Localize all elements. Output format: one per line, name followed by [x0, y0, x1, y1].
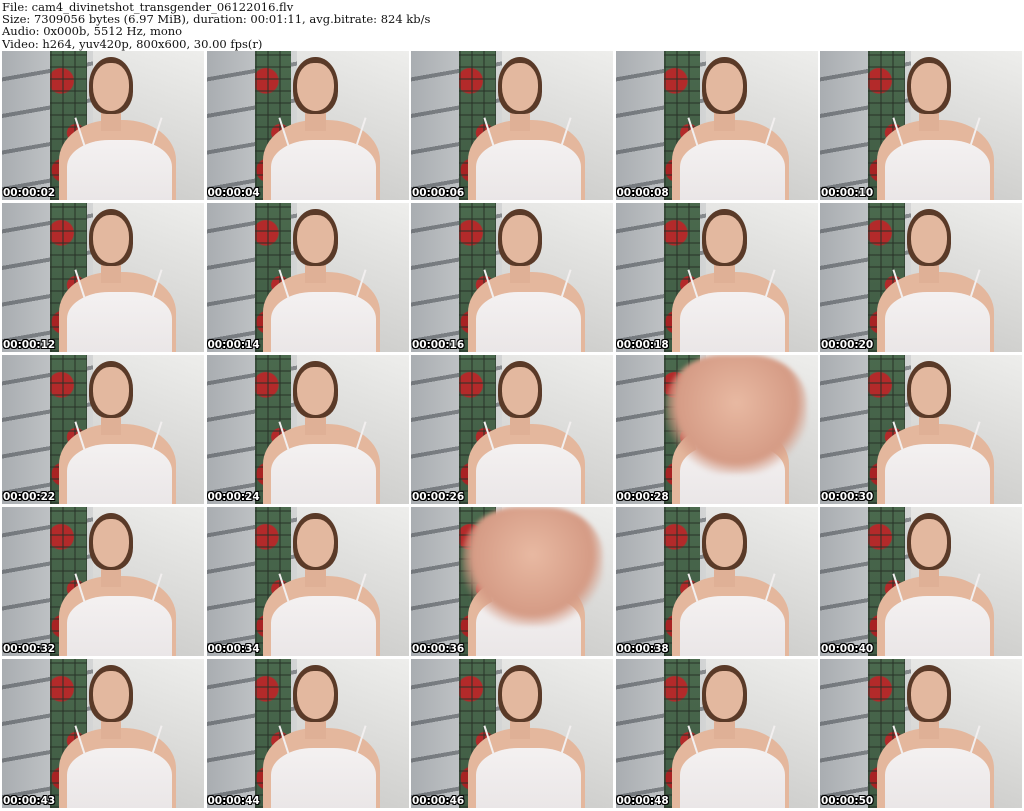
- thumbnail-timestamp: 00:00:36: [412, 643, 465, 655]
- video-thumbnail: 00:00:34: [206, 507, 409, 656]
- thumbnail-timestamp: 00:00:50: [821, 795, 874, 807]
- thumbnail-timestamp: 00:00:20: [821, 339, 874, 351]
- video-thumbnail: 00:00:20: [820, 203, 1022, 352]
- thumbnail-timestamp: 00:00:40: [821, 643, 874, 655]
- video-thumbnail: 00:00:28: [615, 355, 818, 504]
- thumbnail-timestamp: 00:00:04: [207, 187, 260, 199]
- thumbnail-grid: 00:00:02 00:00:04 00:00:06 00:00:08 00:00:10…: [2, 51, 1022, 808]
- video-thumbnail: 00:00:48: [615, 659, 818, 808]
- video-thumbnail: 00:00:38: [615, 507, 818, 656]
- video-thumbnail: 00:00:04: [206, 51, 409, 200]
- audio-line: Audio: 0x000b, 5512 Hz, mono: [2, 24, 183, 39]
- video-thumbnail: 00:00:16: [411, 203, 613, 352]
- video-thumbnail: 00:00:18: [615, 203, 818, 352]
- thumbnail-timestamp: 00:00:46: [412, 795, 465, 807]
- video-thumbnail: 00:00:32: [2, 507, 204, 656]
- thumbnail-timestamp: 00:00:02: [3, 187, 56, 199]
- thumbnail-timestamp: 00:00:48: [616, 795, 669, 807]
- video-thumbnail: 00:00:06: [411, 51, 613, 200]
- thumbnail-timestamp: 00:00:32: [3, 643, 56, 655]
- video-thumbnail: 00:00:44: [206, 659, 409, 808]
- video-thumbnail: 00:00:10: [820, 51, 1022, 200]
- video-thumbnail: 00:00:22: [2, 355, 204, 504]
- thumbnail-timestamp: 00:00:38: [616, 643, 669, 655]
- video-thumbnail: 00:00:30: [820, 355, 1022, 504]
- thumbnail-timestamp: 00:00:22: [3, 491, 56, 503]
- thumbnail-timestamp: 00:00:43: [3, 795, 56, 807]
- thumbnail-timestamp: 00:00:30: [821, 491, 874, 503]
- video-thumbnail: 00:00:36: [411, 507, 613, 656]
- thumbnail-timestamp: 00:00:14: [207, 339, 260, 351]
- thumbnail-timestamp: 00:00:24: [207, 491, 260, 503]
- video-thumbnail: 00:00:24: [206, 355, 409, 504]
- video-thumbnail: 00:00:14: [206, 203, 409, 352]
- thumbnail-timestamp: 00:00:06: [412, 187, 465, 199]
- video-thumbnail: 00:00:12: [2, 203, 204, 352]
- video-thumbnail: 00:00:50: [820, 659, 1022, 808]
- video-thumbnail: 00:00:43: [2, 659, 204, 808]
- thumbnail-timestamp: 00:00:26: [412, 491, 465, 503]
- thumbnail-timestamp: 00:00:44: [207, 795, 260, 807]
- video-line: Video: h264, yuv420p, 800x600, 30.00 fps…: [2, 36, 263, 51]
- thumbnail-timestamp: 00:00:28: [616, 491, 669, 503]
- video-thumbnail: 00:00:46: [411, 659, 613, 808]
- file-info-header: File: cam4_divinetshot_transgender_06122…: [0, 0, 1024, 50]
- thumbnail-timestamp: 00:00:08: [616, 187, 669, 199]
- video-thumbnail: 00:00:26: [411, 355, 613, 504]
- video-thumbnail: 00:00:08: [615, 51, 818, 200]
- video-thumbnail: 00:00:02: [2, 51, 204, 200]
- video-thumbnail: 00:00:40: [820, 507, 1022, 656]
- thumbnail-timestamp: 00:00:10: [821, 187, 874, 199]
- thumbnail-timestamp: 00:00:12: [3, 339, 56, 351]
- thumbnail-timestamp: 00:00:16: [412, 339, 465, 351]
- thumbnail-timestamp: 00:00:18: [616, 339, 669, 351]
- thumbnail-timestamp: 00:00:34: [207, 643, 260, 655]
